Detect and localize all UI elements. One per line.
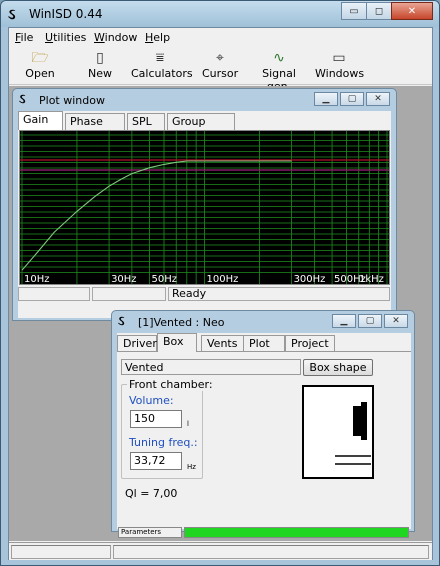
- new-button[interactable]: ▯ New: [85, 49, 115, 80]
- tab-driver[interactable]: Driver: [117, 335, 157, 352]
- x-tick-label: 300Hz: [294, 274, 326, 284]
- tab-gain[interactable]: Gain: [18, 111, 63, 130]
- title-bar[interactable]: ઽ WinISD 0.44 ▭ ◻ ✕: [1, 1, 439, 27]
- main-window: ઽ WinISD 0.44 ▭ ◻ ✕ File Utilities Windo…: [0, 0, 440, 566]
- parameters-button[interactable]: Parameters: [118, 527, 182, 538]
- gain-curve: [21, 160, 292, 271]
- tab-vents[interactable]: Vents: [201, 335, 245, 352]
- x-tick-label: 1kHz: [359, 274, 384, 284]
- winisd-logo-icon: ઽ: [118, 314, 125, 329]
- vented-close-button[interactable]: ✕: [384, 314, 408, 328]
- x-tick-label: 100Hz: [207, 274, 239, 284]
- calculators-button[interactable]: ⩸ Calculators: [131, 49, 193, 80]
- tab-plot[interactable]: Plot: [243, 335, 285, 352]
- vented-client: Driver Box Vents Plot Project Vented Box…: [117, 333, 411, 538]
- gain-plot-svg: 10Hz 30Hz 50Hz 100Hz 300Hz 500Hz1kHz: [20, 131, 389, 284]
- open-label: Open: [25, 67, 55, 80]
- tab-phase-plot[interactable]: Phase plot: [65, 113, 125, 141]
- volume-label: Volume:: [129, 394, 174, 407]
- plot-status-cell-1: [18, 287, 90, 301]
- open-button[interactable]: 🗁 Open: [25, 49, 55, 80]
- winisd-logo-icon: ઽ: [19, 92, 26, 107]
- tuning-freq-input[interactable]: 33,72: [130, 452, 182, 470]
- plot-client: Gain Phase plot SPL Group delay 10Hz 30Hz…: [18, 111, 391, 318]
- new-document-icon: ▯: [96, 50, 104, 66]
- plot-status-cell-2: [92, 287, 166, 301]
- plot-window-title: Plot window: [39, 94, 105, 107]
- box-shape-button[interactable]: Box shape: [303, 359, 373, 376]
- box-tab-panel: Vented Box shape Front chamber: Volume: …: [117, 351, 411, 538]
- plot-status-text: Ready: [168, 287, 390, 301]
- vented-box-window[interactable]: ઽ [1]Vented : Neo ▁ ▢ ✕ Driver Box Vents…: [111, 310, 415, 538]
- vented-maximize-button[interactable]: ▢: [358, 314, 382, 328]
- status-cell-1: [11, 545, 111, 559]
- window-title: WinISD 0.44: [29, 7, 103, 21]
- menu-utilities[interactable]: Utilities: [45, 31, 86, 44]
- ql-readout: Ql = 7,00: [125, 487, 178, 500]
- new-label: New: [88, 67, 112, 80]
- status-bar: [9, 542, 432, 560]
- menu-bar: File Utilities Window Help: [9, 28, 432, 47]
- volume-unit: l: [187, 420, 189, 428]
- windows-button[interactable]: ▭ Windows: [315, 49, 365, 80]
- box-type-field: Vented: [121, 359, 301, 375]
- tab-box[interactable]: Box: [157, 333, 197, 352]
- minimize-button[interactable]: ▭: [341, 2, 367, 20]
- x-tick-label: 30Hz: [111, 274, 137, 284]
- maximize-button[interactable]: ◻: [366, 2, 392, 20]
- tab-group-delay[interactable]: Group delay: [167, 113, 235, 141]
- volume-input[interactable]: 150: [130, 410, 182, 428]
- close-button[interactable]: ✕: [391, 2, 433, 20]
- cursor-button[interactable]: ⌖ Cursor: [202, 49, 238, 80]
- menu-file[interactable]: File: [15, 31, 33, 44]
- tuning-freq-unit: Hz: [187, 463, 196, 471]
- progress-fill: [185, 528, 408, 537]
- plot-window[interactable]: ઽ Plot window ▁ ▢ ✕ Gain Phase plot SPL …: [12, 88, 397, 321]
- progress-bar: [184, 527, 409, 538]
- windows-label: Windows: [315, 67, 365, 80]
- gain-plot[interactable]: 10Hz 30Hz 50Hz 100Hz 300Hz 500Hz 1kHz: [19, 130, 390, 285]
- tuning-freq-label: Tuning freq.:: [129, 436, 198, 449]
- sine-wave-icon: ∿: [273, 50, 285, 66]
- plot-close-button[interactable]: ✕: [366, 92, 390, 106]
- vented-minimize-button[interactable]: ▁: [332, 314, 356, 328]
- folder-open-icon: 🗁: [31, 50, 49, 66]
- toolbar: 🗁 Open ▯ New ⩸ Calculators ⌖ Cursor ∿ Si…: [9, 47, 432, 93]
- box-shape-diagram: [302, 385, 374, 479]
- crosshair-icon: ⌖: [216, 50, 224, 66]
- menu-help[interactable]: Help: [145, 31, 170, 44]
- tab-spl[interactable]: SPL: [127, 113, 165, 130]
- plot-minimize-button[interactable]: ▁: [314, 92, 338, 106]
- tab-project[interactable]: Project: [285, 335, 335, 352]
- x-tick-label: 10Hz: [24, 274, 50, 284]
- calculators-label: Calculators: [131, 67, 193, 80]
- vented-window-title: [1]Vented : Neo: [138, 316, 225, 329]
- plot-window-title-bar[interactable]: ઽ Plot window ▁ ▢ ✕: [13, 89, 396, 111]
- front-chamber-label: Front chamber:: [127, 378, 215, 391]
- winisd-logo-icon: ઽ: [8, 5, 16, 23]
- cursor-label: Cursor: [202, 67, 239, 80]
- window-icon: ▭: [332, 50, 346, 66]
- plot-maximize-button[interactable]: ▢: [340, 92, 364, 106]
- x-tick-label: 50Hz: [152, 274, 178, 284]
- calculator-icon: ⩸: [155, 50, 165, 66]
- status-cell-2: [113, 545, 429, 559]
- vented-window-title-bar[interactable]: ઽ [1]Vented : Neo ▁ ▢ ✕: [112, 311, 414, 333]
- menu-window[interactable]: Window: [94, 31, 137, 44]
